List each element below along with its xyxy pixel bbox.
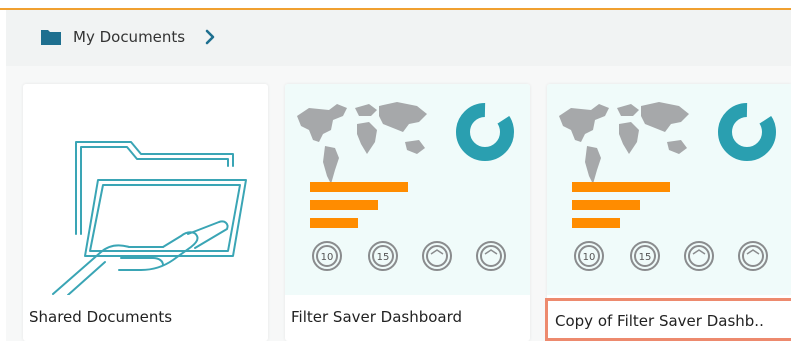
gauge-label: 15	[639, 252, 652, 263]
selected-tile-name-frame[interactable]: Copy of Filter Saver Dashb..	[545, 298, 791, 341]
world-map-icon	[559, 102, 689, 184]
breadcrumb-my-documents[interactable]: My Documents	[73, 26, 185, 48]
tile-name: Shared Documents	[29, 308, 173, 326]
world-map-icon	[297, 102, 427, 184]
gauge-label: 15	[377, 252, 390, 263]
tile-name: Copy of Filter Saver Dashb..	[555, 312, 764, 330]
shared-folder-hand-icon	[23, 84, 268, 295]
bar-chart-icon	[572, 182, 670, 228]
folder-icon[interactable]	[40, 28, 62, 46]
donut-chart-icon	[456, 102, 514, 161]
bar-chart-icon	[310, 182, 408, 228]
tile-filter-saver-dashboard[interactable]: 10 15 Filter Saver Dashboard	[285, 84, 530, 341]
dashboard-thumbnail: 10 15	[285, 84, 530, 295]
breadcrumb: My Documents	[6, 10, 791, 66]
tile-name: Filter Saver Dashboard	[291, 308, 463, 326]
dashboard-thumbnail: 10 15	[547, 84, 791, 295]
donut-chart-icon	[718, 102, 776, 161]
gauge-label: 10	[583, 252, 596, 263]
gauge-icons	[312, 241, 506, 271]
gauge-icons	[574, 241, 768, 271]
gauge-label: 10	[321, 252, 334, 263]
chevron-right-icon[interactable]	[205, 29, 215, 45]
tile-shared-documents[interactable]: Shared Documents	[23, 84, 268, 341]
